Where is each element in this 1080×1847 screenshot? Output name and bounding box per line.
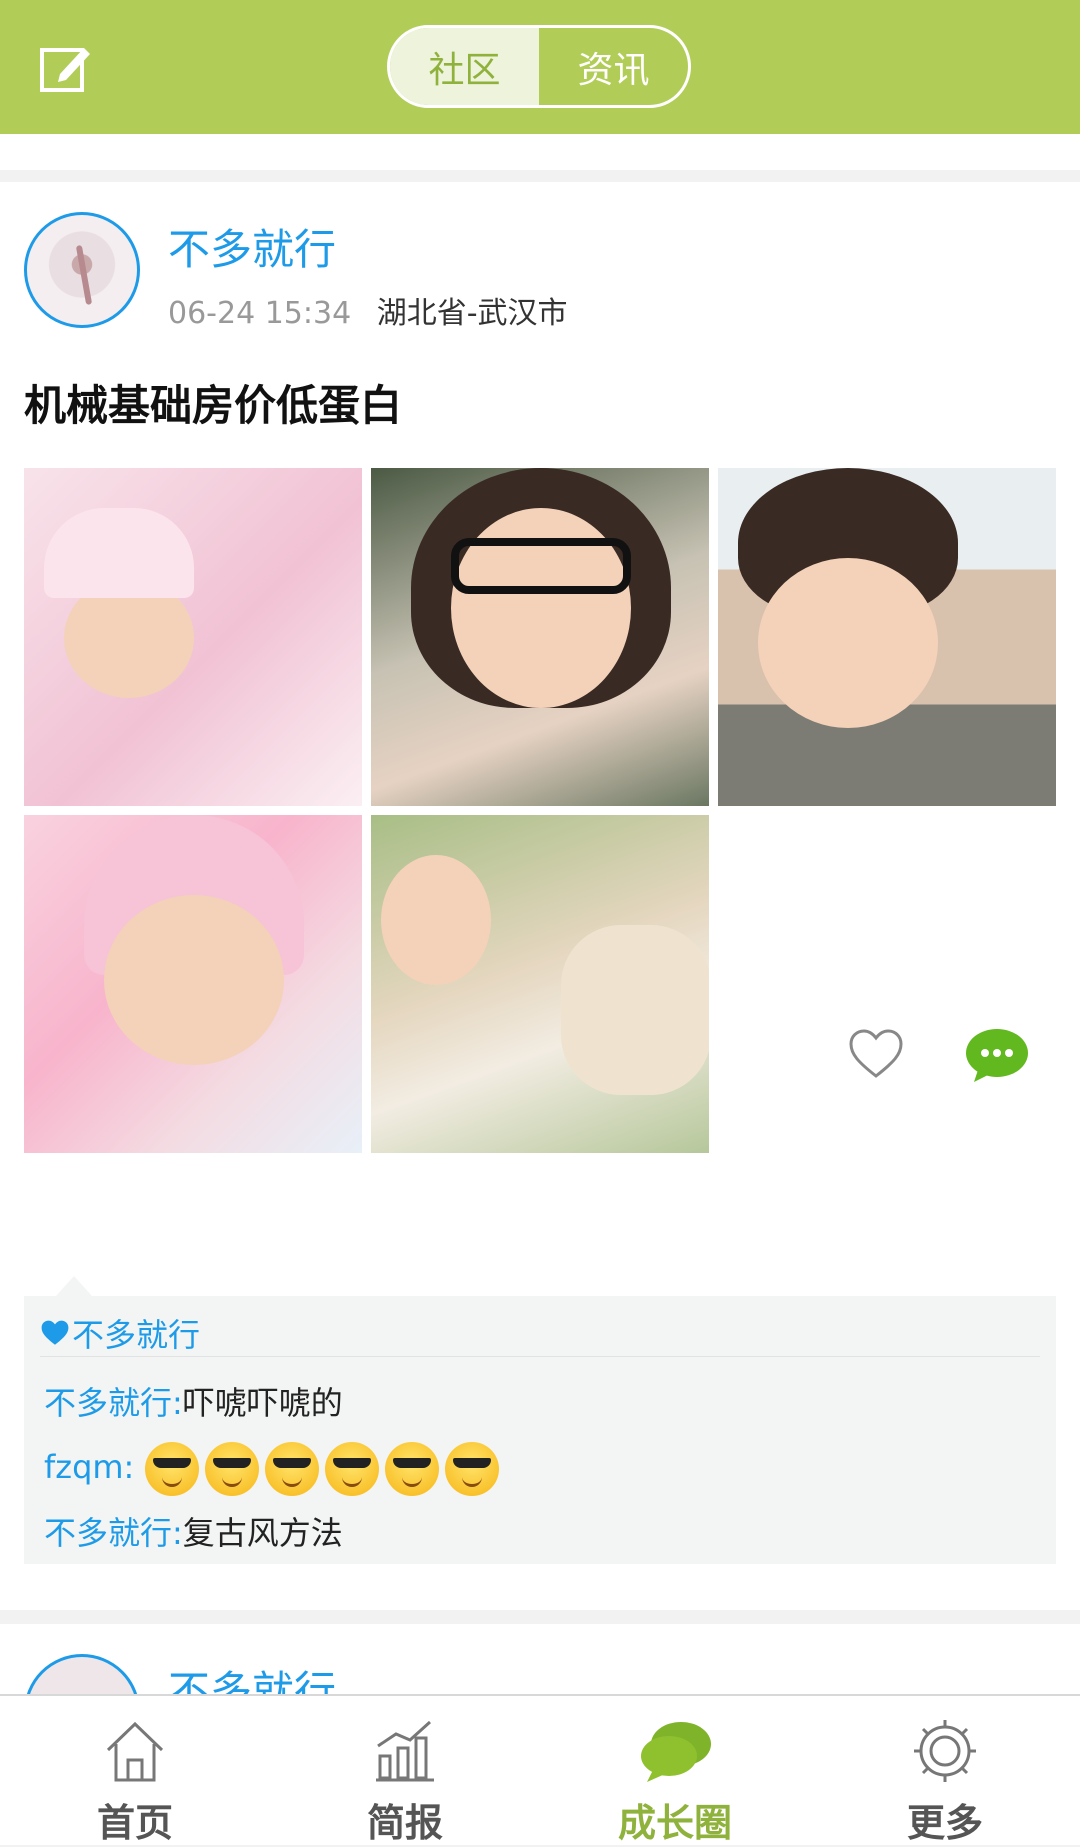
home-icon — [106, 1721, 164, 1782]
liked-by-name[interactable]: 不多就行 — [72, 1310, 200, 1356]
tab-label: 简报 — [366, 1801, 443, 1845]
comments-pointer — [56, 1276, 92, 1296]
tab-community[interactable]: 社区 — [390, 28, 539, 105]
comment-item[interactable]: 不多就行:复古风方法 — [44, 1508, 343, 1554]
tab-label: 首页 — [96, 1801, 173, 1845]
comments-panel: 不多就行 不多就行:吓唬吓唬的 fzqm: 不多就行:复古风方法 — [24, 1296, 1056, 1564]
likes-row: 不多就行 — [40, 1310, 1040, 1357]
comment-author[interactable]: 不多就行 — [44, 1384, 172, 1422]
comment-bubble-icon[interactable] — [964, 1026, 1030, 1084]
post-photo[interactable] — [371, 815, 709, 1153]
post-photo[interactable] — [371, 468, 709, 806]
post-photo[interactable] — [24, 815, 362, 1153]
cool-emoji-icon — [144, 1442, 199, 1496]
cool-emoji-icon — [204, 1442, 259, 1496]
post-username[interactable]: 不多就行 — [168, 216, 336, 277]
tab-news[interactable]: 资讯 — [539, 28, 688, 105]
chat-bubbles-icon — [641, 1722, 711, 1782]
post-location: 湖北省-武汉市 — [376, 296, 568, 331]
tab-label: 成长圈 — [617, 1801, 732, 1845]
gear-icon — [914, 1720, 976, 1782]
tab-home[interactable]: 首页 — [0, 1696, 270, 1847]
tab-report[interactable]: 简报 — [270, 1696, 540, 1847]
post-photo[interactable] — [718, 468, 1056, 806]
post-photo[interactable] — [24, 468, 362, 806]
like-heart-icon[interactable] — [848, 1028, 904, 1080]
comment-item[interactable]: fzqm: — [44, 1442, 505, 1496]
tab-growth-circle[interactable]: 成长圈 — [540, 1696, 810, 1847]
post-text: 机械基础房价低蛋白 — [24, 381, 403, 430]
top-header: 社区 资讯 — [0, 0, 1080, 134]
edit-icon — [40, 48, 90, 92]
post-time: 06-24 15:34 — [168, 296, 352, 331]
comment-text: 复古风方法 — [182, 1514, 343, 1552]
comment-text: 吓唬吓唬的 — [182, 1384, 343, 1422]
cool-emoji-icon — [384, 1442, 439, 1496]
top-spacer — [0, 134, 1080, 182]
comment-author[interactable]: fzqm — [44, 1448, 124, 1486]
comment-author[interactable]: 不多就行 — [44, 1514, 172, 1552]
bottom-tab-bar: 首页 简报 成长圈 更多 — [0, 1694, 1080, 1845]
segmented-control: 社区 资讯 — [387, 25, 691, 108]
post-meta: 06-24 15:34 湖北省-武汉市 — [168, 288, 568, 332]
heart-filled-icon — [41, 1320, 69, 1345]
avatar[interactable] — [24, 212, 140, 328]
cool-emoji-icon — [324, 1442, 379, 1496]
tab-label: 更多 — [906, 1801, 983, 1845]
bar-chart-icon — [376, 1720, 434, 1782]
compose-button[interactable] — [36, 38, 96, 98]
comment-item[interactable]: 不多就行:吓唬吓唬的 — [44, 1378, 343, 1424]
cool-emoji-icon — [264, 1442, 319, 1496]
cool-emoji-icon — [444, 1442, 499, 1496]
tab-more[interactable]: 更多 — [810, 1696, 1080, 1847]
